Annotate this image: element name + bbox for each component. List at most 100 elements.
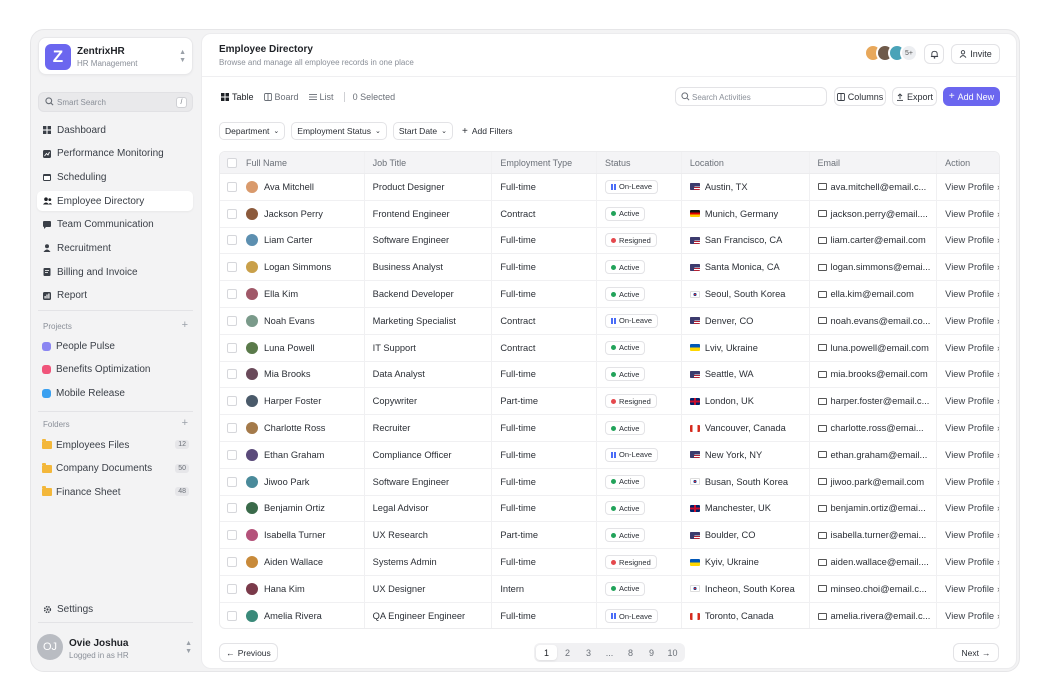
row-checkbox[interactable] (227, 342, 237, 353)
table-row[interactable]: Harper Foster Copywriter Part-time Resig… (220, 388, 999, 416)
table-row[interactable]: Ethan Graham Compliance Officer Full-tim… (220, 441, 999, 469)
table-row[interactable]: Logan Simmons Business Analyst Full-time… (220, 254, 999, 282)
add-project-icon[interactable]: + (182, 319, 188, 331)
row-checkbox[interactable] (227, 530, 237, 541)
view-profile-link[interactable]: View Profile› (937, 415, 999, 441)
search-activities-input[interactable]: Search Activities (675, 87, 827, 106)
row-checkbox[interactable] (227, 476, 237, 487)
table-row[interactable]: Charlotte Ross Recruiter Full-time Activ… (220, 415, 999, 442)
row-checkbox[interactable] (227, 262, 237, 273)
select-all-checkbox[interactable] (227, 157, 237, 168)
row-checkbox[interactable] (227, 503, 237, 514)
nav-report[interactable]: Report (37, 286, 193, 306)
project-item[interactable]: Mobile Release (37, 383, 193, 403)
row-checkbox[interactable] (227, 611, 237, 622)
nav-scheduling[interactable]: Scheduling (37, 167, 193, 187)
table-row[interactable]: Benjamin Ortiz Legal Advisor Full-time A… (220, 495, 999, 523)
previous-page-button[interactable]: ← Previous (219, 643, 278, 662)
filter-start-date[interactable]: Start Date ⌄ (392, 122, 454, 140)
row-checkbox[interactable] (227, 557, 237, 568)
table-row[interactable]: Jackson Perry Frontend Engineer Contract… (220, 200, 999, 228)
view-profile-link[interactable]: View Profile› (937, 469, 999, 495)
view-profile-link[interactable]: View Profile› (937, 603, 999, 628)
folder-item[interactable]: Company Documents 50 (37, 459, 193, 479)
workspace-switcher[interactable]: Z ZentrixHR HR Management ▲ ▼ (38, 37, 193, 75)
table-row[interactable]: Jiwoo Park Software Engineer Full-time A… (220, 468, 999, 496)
next-page-button[interactable]: Next → (953, 643, 999, 662)
view-profile-link[interactable]: View Profile› (937, 496, 999, 522)
nav-performance-monitoring[interactable]: Performance Monitoring (37, 144, 193, 164)
view-profile-link[interactable]: View Profile› (937, 308, 999, 334)
smart-search-input[interactable]: Smart Search / (38, 92, 193, 112)
row-checkbox[interactable] (227, 583, 237, 594)
row-checkbox[interactable] (227, 181, 237, 192)
user-profile[interactable]: OJ Ovie Joshua Logged in as HR ▲ ▼ (37, 632, 193, 662)
add-filters-button[interactable]: + Add Filters (459, 122, 518, 140)
project-item[interactable]: People Pulse (37, 336, 193, 356)
row-checkbox[interactable] (227, 449, 237, 460)
page-button[interactable]: 9 (641, 645, 662, 660)
invite-button[interactable]: Invite (951, 44, 1000, 64)
column-header-job[interactable]: Job Title (365, 152, 493, 173)
page-button[interactable]: 10 (662, 645, 683, 660)
table-row[interactable]: Hana Kim UX Designer Intern Active Inche… (220, 575, 999, 603)
page-button[interactable]: 1 (536, 645, 557, 660)
folder-item[interactable]: Finance Sheet 48 (37, 482, 193, 502)
nav-billing-and-invoice[interactable]: Billing and Invoice (37, 262, 193, 282)
folder-item[interactable]: Employees Files 12 (37, 435, 193, 455)
view-profile-link[interactable]: View Profile› (937, 576, 999, 602)
nav-dashboard[interactable]: Dashboard (37, 120, 193, 140)
table-row[interactable]: Ella Kim Backend Developer Full-time Act… (220, 281, 999, 308)
project-item[interactable]: Benefits Optimization (37, 360, 193, 380)
table-row[interactable]: Luna Powell IT Support Contract Active L… (220, 334, 999, 362)
filter-employment-status[interactable]: Employment Status ⌄ (291, 122, 387, 140)
table-row[interactable]: Aiden Wallace Systems Admin Full-time Re… (220, 549, 999, 576)
row-checkbox[interactable] (227, 208, 237, 219)
view-profile-link[interactable]: View Profile› (937, 522, 999, 548)
column-header-location[interactable]: Location (682, 152, 810, 173)
team-avatars[interactable]: 5+ (864, 44, 918, 62)
row-checkbox[interactable] (227, 289, 237, 300)
filter-department[interactable]: Department ⌄ (219, 122, 286, 140)
column-header-email[interactable]: Email (810, 152, 938, 173)
table-row[interactable]: Mia Brooks Data Analyst Full-time Active… (220, 361, 999, 389)
view-profile-link[interactable]: View Profile› (937, 362, 999, 388)
row-checkbox[interactable] (227, 369, 237, 380)
view-profile-link[interactable]: View Profile› (937, 281, 999, 307)
view-profile-link[interactable]: View Profile› (937, 254, 999, 280)
export-button[interactable]: Export (892, 87, 937, 106)
add-new-button[interactable]: + Add New (943, 87, 1000, 106)
view-profile-link[interactable]: View Profile› (937, 388, 999, 414)
nav-recruitment[interactable]: Recruitment (37, 238, 193, 258)
column-header-status[interactable]: Status (597, 152, 682, 173)
page-button[interactable]: 8 (620, 645, 641, 660)
view-profile-link[interactable]: View Profile› (937, 201, 999, 227)
row-checkbox[interactable] (227, 315, 237, 326)
row-checkbox[interactable] (227, 423, 237, 434)
view-profile-link[interactable]: View Profile› (937, 335, 999, 361)
row-checkbox[interactable] (227, 235, 237, 246)
table-row[interactable]: Noah Evans Marketing Specialist Contract… (220, 307, 999, 335)
add-folder-icon[interactable]: + (182, 417, 188, 429)
row-checkbox[interactable] (227, 396, 237, 407)
view-profile-link[interactable]: View Profile› (937, 228, 999, 254)
settings-link[interactable]: Settings (43, 604, 93, 615)
nav-team-communication[interactable]: Team Communication (37, 215, 193, 235)
column-header-name[interactable]: Full Name (238, 152, 365, 173)
page-button[interactable]: 3 (578, 645, 599, 660)
table-row[interactable]: Ava Mitchell Product Designer Full-time … (220, 174, 999, 201)
view-tab-table[interactable]: Table (221, 92, 254, 102)
view-tab-board[interactable]: Board (263, 92, 299, 102)
view-profile-link[interactable]: View Profile› (937, 174, 999, 200)
view-tab-list[interactable]: List (308, 92, 334, 102)
column-header-type[interactable]: Employment Type (492, 152, 598, 173)
view-profile-link[interactable]: View Profile› (937, 442, 999, 468)
table-row[interactable]: Liam Carter Software Engineer Full-time … (220, 227, 999, 255)
table-row[interactable]: Amelia Rivera QA Engineer Engineer Full-… (220, 602, 999, 628)
notifications-button[interactable] (924, 44, 944, 64)
nav-employee-directory[interactable]: Employee Directory (37, 191, 193, 212)
view-profile-link[interactable]: View Profile› (937, 549, 999, 575)
table-row[interactable]: Isabella Turner UX Research Part-time Ac… (220, 522, 999, 550)
page-button[interactable]: 2 (557, 645, 578, 660)
columns-button[interactable]: Columns (834, 87, 886, 106)
